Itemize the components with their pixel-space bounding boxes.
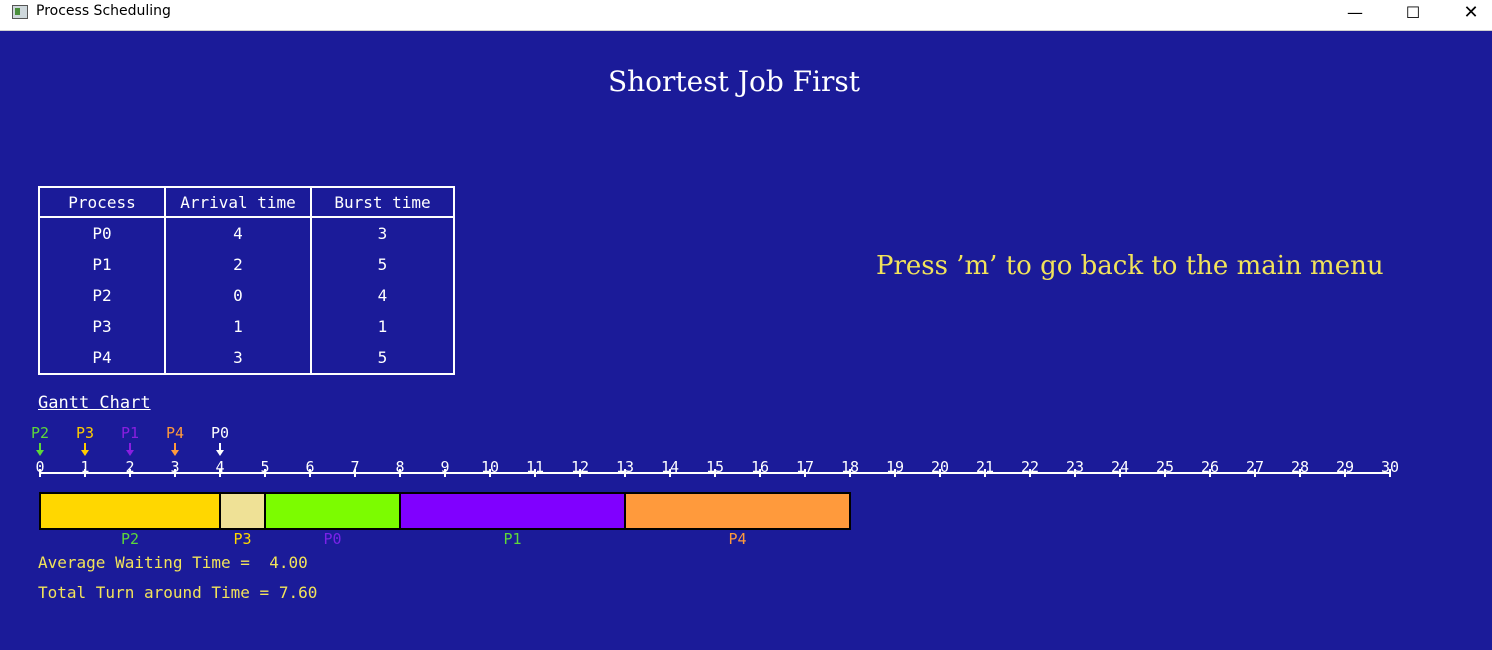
- axis-tick-label: 29: [1336, 458, 1354, 476]
- axis-tick-label: 15: [706, 458, 724, 476]
- axis-tick-label: 16: [751, 458, 769, 476]
- axis-tick-label: 7: [350, 458, 359, 476]
- axis-tick-label: 10: [481, 458, 499, 476]
- gantt-block: [264, 492, 401, 530]
- arrival-arrowhead-icon: [81, 450, 89, 456]
- gantt-block-label: P2: [121, 530, 139, 548]
- gantt-block-label: P0: [323, 530, 341, 548]
- axis-tick-label: 22: [1021, 458, 1039, 476]
- arrival-arrowhead-icon: [126, 450, 134, 456]
- axis-tick-label: 0: [35, 458, 44, 476]
- gantt-block-label: P1: [503, 530, 521, 548]
- axis-tick-label: 13: [616, 458, 634, 476]
- axis-tick-label: 1: [80, 458, 89, 476]
- gantt-block: [399, 492, 626, 530]
- arrival-label: P0: [211, 424, 229, 442]
- axis-tick-label: 2: [125, 458, 134, 476]
- axis-tick-label: 25: [1156, 458, 1174, 476]
- gantt-block: [39, 492, 221, 530]
- window-titlebar: Process Scheduling — ☐ ✕: [0, 0, 1492, 31]
- arrival-label: P1: [121, 424, 139, 442]
- total-turnaround-time: Total Turn around Time = 7.60: [38, 583, 318, 602]
- axis-tick-label: 28: [1291, 458, 1309, 476]
- axis-tick-label: 24: [1111, 458, 1129, 476]
- maximize-button[interactable]: ☐: [1384, 0, 1442, 30]
- gantt-block: [624, 492, 851, 530]
- axis-tick-label: 17: [796, 458, 814, 476]
- axis-tick-label: 4: [215, 458, 224, 476]
- axis-tick-label: 8: [395, 458, 404, 476]
- close-button[interactable]: ✕: [1442, 0, 1492, 30]
- app-canvas: Shortest Job First Press ’m’ to go back …: [0, 31, 1492, 650]
- axis-tick-label: 14: [661, 458, 679, 476]
- average-waiting-time: Average Waiting Time = 4.00: [38, 553, 308, 572]
- arrival-arrowhead-icon: [171, 450, 179, 456]
- axis-tick-label: 26: [1201, 458, 1219, 476]
- axis-tick-label: 12: [571, 458, 589, 476]
- minimize-button[interactable]: —: [1326, 0, 1384, 30]
- axis-tick-label: 18: [841, 458, 859, 476]
- axis-tick-label: 11: [526, 458, 544, 476]
- axis-tick-label: 3: [170, 458, 179, 476]
- arrival-label: P4: [166, 424, 184, 442]
- gantt-block-label: P4: [728, 530, 746, 548]
- arrival-label: P2: [31, 424, 49, 442]
- axis-tick-label: 9: [440, 458, 449, 476]
- axis-tick-label: 30: [1381, 458, 1399, 476]
- arrival-arrowhead-icon: [216, 450, 224, 456]
- axis-tick-label: 19: [886, 458, 904, 476]
- arrival-label: P3: [76, 424, 94, 442]
- axis-tick-label: 23: [1066, 458, 1084, 476]
- axis-tick-label: 27: [1246, 458, 1264, 476]
- axis-tick-label: 6: [305, 458, 314, 476]
- axis-tick-label: 20: [931, 458, 949, 476]
- arrival-arrowhead-icon: [36, 450, 44, 456]
- axis-tick-label: 21: [976, 458, 994, 476]
- window-title: Process Scheduling: [36, 3, 171, 19]
- gantt-block: [219, 492, 266, 530]
- app-icon: [12, 5, 28, 19]
- gantt-block-label: P3: [233, 530, 251, 548]
- axis-tick-label: 5: [260, 458, 269, 476]
